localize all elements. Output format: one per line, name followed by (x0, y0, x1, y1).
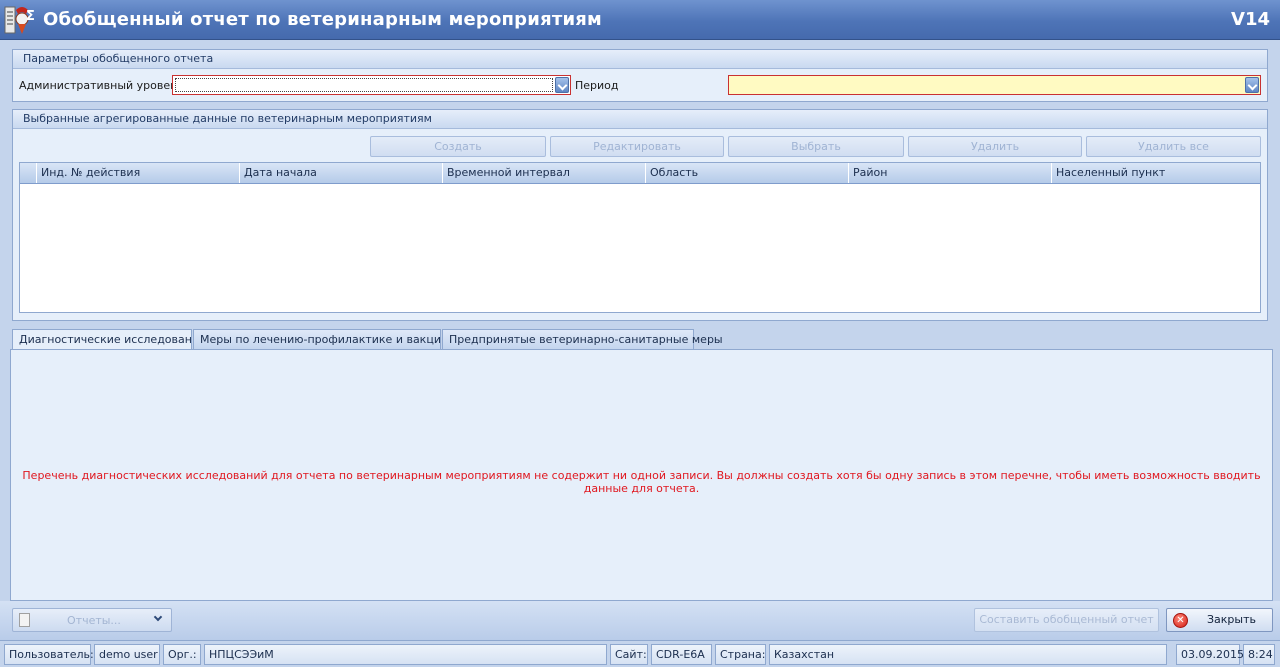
aggregated-header: Выбранные агрегированные данные по ветер… (13, 110, 1267, 129)
tab-treatment-vaccination[interactable]: Меры по лечению-профилактике и вакцинаци… (193, 329, 477, 350)
aggregated-data-grid[interactable]: Инд. № действия Дата начала Временной ин… (19, 162, 1261, 313)
edit-button[interactable]: Редактировать (550, 136, 724, 157)
status-country-label: Страна: (715, 644, 766, 665)
column-header-settlement[interactable]: Населенный пункт (1051, 163, 1260, 183)
empty-list-warning: Перечень диагностических исследований дл… (22, 469, 1261, 495)
title-bar: Σ Обобщенный отчет по ветеринарным мероп… (0, 0, 1280, 40)
grid-header-row: Инд. № действия Дата начала Временной ин… (20, 163, 1260, 184)
column-header-region[interactable]: Область (645, 163, 848, 183)
status-org-value: НПЦСЭЭиМ (204, 644, 607, 665)
create-button[interactable]: Создать (370, 136, 546, 157)
status-org-label: Орг.: (163, 644, 201, 665)
status-user-label: Пользователь: (4, 644, 94, 665)
chevron-down-icon[interactable] (555, 77, 569, 93)
column-header-start-date[interactable]: Дата начала (239, 163, 442, 183)
column-header-time-interval[interactable]: Временной интервал (442, 163, 645, 183)
chevron-down-icon (153, 612, 163, 622)
focus-rect (175, 78, 553, 92)
delete-button[interactable]: Удалить (908, 136, 1082, 157)
report-document-icon (19, 613, 30, 627)
status-user-value: demo user (94, 644, 160, 665)
window-title: Обобщенный отчет по ветеринарным меропри… (43, 9, 602, 30)
column-header-action-id[interactable]: Инд. № действия (36, 163, 239, 183)
status-time: 8:24 (1243, 644, 1275, 665)
tab-diagnostic-investigations[interactable]: Диагностические исследования (12, 329, 206, 351)
close-icon: ✕ (1173, 613, 1188, 628)
status-site-value: CDR-E6A (651, 644, 712, 665)
chevron-down-icon[interactable] (1245, 77, 1259, 93)
reports-label: Отчеты... (67, 614, 121, 627)
app-logo-icon: Σ (4, 6, 35, 34)
svg-text:Σ: Σ (26, 9, 35, 24)
column-header-district[interactable]: Район (848, 163, 1051, 183)
tab-content: Перечень диагностических исследований дл… (10, 349, 1273, 601)
status-bar: Пользователь: demo user Орг.: НПЦСЭЭиМ С… (0, 640, 1280, 667)
version-label: V14 (1231, 9, 1270, 30)
params-header: Параметры обобщенного отчета (13, 50, 1267, 69)
status-site-label: Сайт: (610, 644, 648, 665)
row-indicator-header (20, 163, 36, 183)
close-button[interactable]: ✕ Закрыть (1166, 608, 1273, 632)
period-combo[interactable] (728, 75, 1261, 95)
status-date: 03.09.2015 (1176, 644, 1244, 665)
select-button[interactable]: Выбрать (728, 136, 904, 157)
status-country-value: Казахстан (769, 644, 1167, 665)
delete-all-button[interactable]: Удалить все (1086, 136, 1261, 157)
tab-sanitary-measures[interactable]: Предпринятые ветеринарно-санитарные меры (442, 329, 723, 350)
reports-dropdown-button[interactable]: Отчеты... (12, 608, 172, 632)
close-label: Закрыть (1207, 613, 1256, 626)
admin-level-combo[interactable] (172, 75, 571, 95)
period-label: Период (575, 79, 619, 92)
compose-report-button[interactable]: Составить обобщенный отчет (974, 608, 1159, 632)
admin-level-label: Административный уровень (19, 79, 184, 92)
